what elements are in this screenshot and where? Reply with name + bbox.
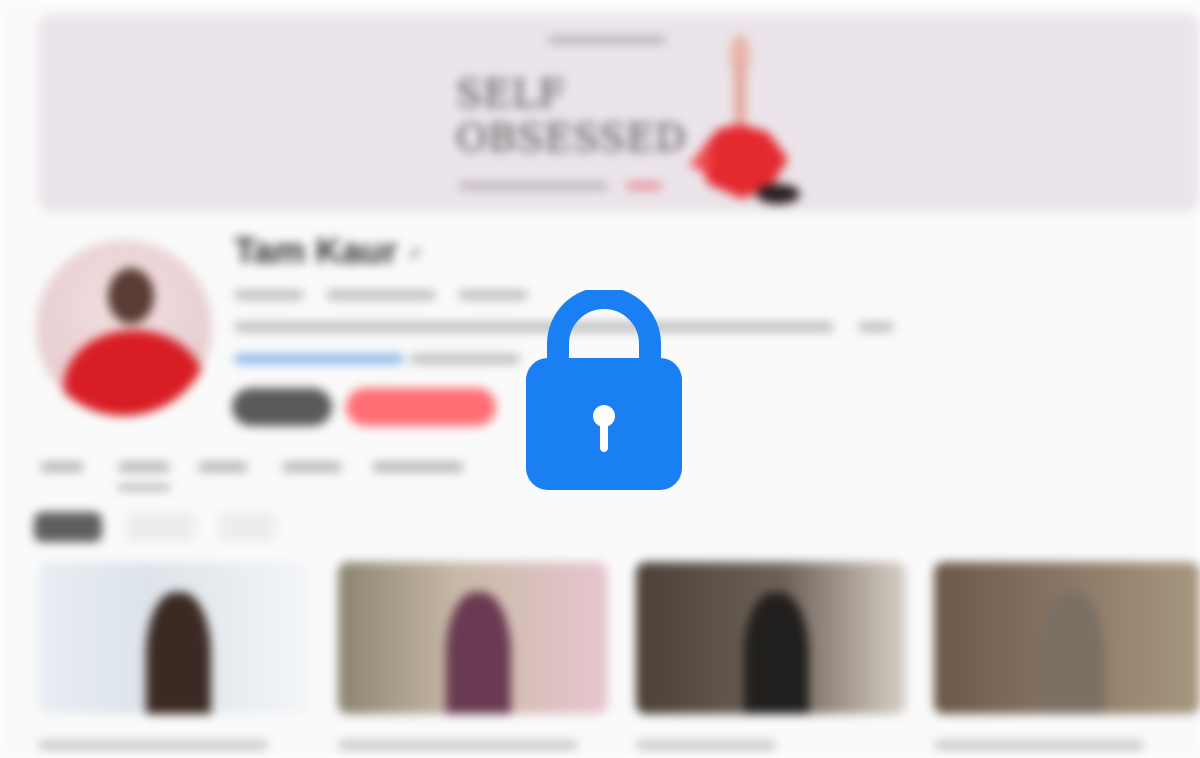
banner-figure-image bbox=[688, 34, 800, 204]
more-links-text[interactable] bbox=[410, 354, 520, 364]
customize-button[interactable] bbox=[232, 388, 332, 426]
video-thumbnail[interactable] bbox=[38, 562, 308, 714]
channel-handle bbox=[234, 290, 304, 300]
verified-check-icon: ✓ bbox=[407, 242, 425, 265]
banner-title: SELF OBSESSED bbox=[456, 72, 696, 160]
banner-tagline-accent bbox=[626, 182, 662, 190]
video-thumbnail[interactable] bbox=[934, 562, 1200, 714]
channel-avatar[interactable] bbox=[36, 240, 212, 416]
banner-tagline bbox=[458, 182, 608, 190]
more-link[interactable] bbox=[858, 322, 894, 332]
tab-home[interactable] bbox=[40, 462, 84, 472]
channel-name: Tam Kaur ✓ bbox=[234, 230, 424, 272]
video-title[interactable] bbox=[338, 740, 578, 750]
active-tab-indicator bbox=[118, 486, 170, 489]
video-count bbox=[458, 290, 528, 300]
banner-title-line1: SELF bbox=[456, 72, 566, 116]
channel-banner: SELF OBSESSED bbox=[38, 14, 1200, 212]
tab-community[interactable] bbox=[372, 462, 464, 472]
channel-name-text: Tam Kaur bbox=[234, 230, 398, 271]
filter-chip-popular[interactable] bbox=[126, 512, 196, 542]
filter-chip-oldest[interactable] bbox=[218, 512, 276, 542]
video-thumbnail[interactable] bbox=[338, 562, 608, 714]
video-thumbnail[interactable] bbox=[636, 562, 906, 714]
tab-videos[interactable] bbox=[118, 462, 170, 472]
banner-kicker-text bbox=[548, 36, 666, 44]
video-title[interactable] bbox=[38, 740, 268, 750]
lock-icon bbox=[526, 290, 682, 490]
video-title[interactable] bbox=[934, 740, 1144, 750]
video-title[interactable] bbox=[636, 740, 776, 750]
banner-title-line2: OBSESSED bbox=[456, 116, 687, 160]
subscriber-count bbox=[326, 290, 436, 300]
channel-link[interactable] bbox=[234, 354, 404, 364]
tab-shorts[interactable] bbox=[198, 462, 248, 472]
subscribe-button[interactable] bbox=[346, 388, 496, 426]
tab-playlists[interactable] bbox=[282, 462, 342, 472]
filter-chip-latest[interactable] bbox=[34, 512, 102, 542]
